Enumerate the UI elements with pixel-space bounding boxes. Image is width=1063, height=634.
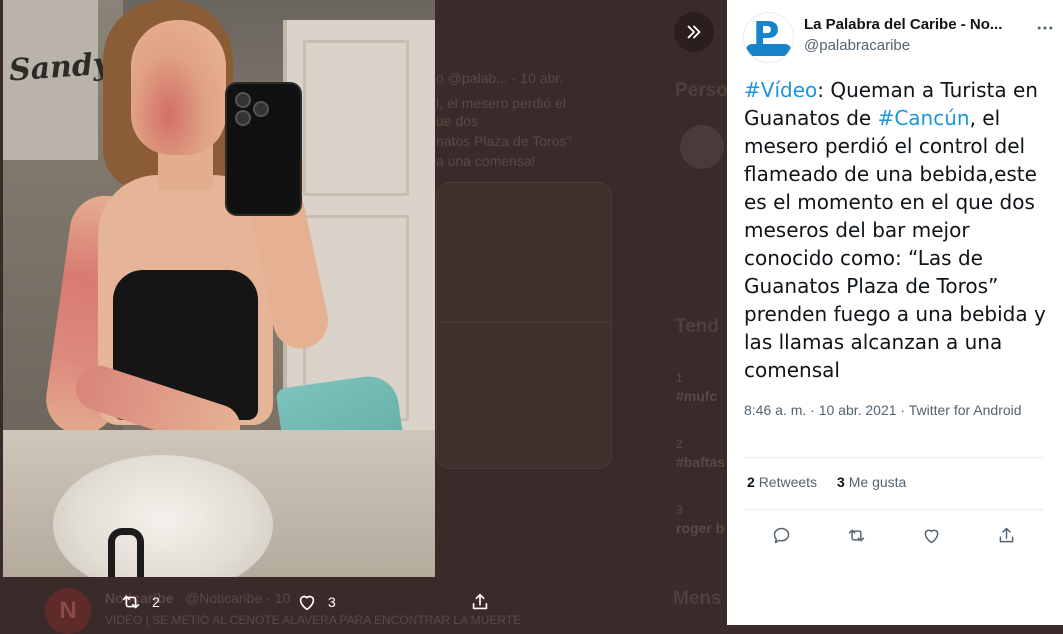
share-icon bbox=[472, 593, 488, 610]
bg-trend: #mufc bbox=[676, 388, 718, 404]
retweet-icon bbox=[122, 595, 140, 609]
photo-like-button[interactable]: 3 bbox=[296, 591, 336, 613]
like-button[interactable] bbox=[915, 518, 949, 552]
tweet-photo[interactable]: Sandy bbox=[3, 0, 435, 577]
phone-lens bbox=[235, 110, 251, 126]
more-options-button[interactable] bbox=[1033, 16, 1057, 40]
share-icon bbox=[999, 527, 1014, 542]
retweets-label: Retweets bbox=[758, 474, 818, 490]
author-handle[interactable]: @palabracaribe bbox=[804, 37, 910, 54]
hashtag-link[interactable]: #Cancún bbox=[878, 106, 970, 130]
retweets-stat[interactable]: 2 Retweets bbox=[747, 474, 817, 490]
expand-panel-button[interactable] bbox=[674, 12, 714, 52]
retweet-button[interactable] bbox=[840, 518, 874, 552]
photo-wall-sign-text: Sandy bbox=[7, 46, 112, 89]
photo-retweet-count: 2 bbox=[152, 594, 160, 610]
photo-door-panel bbox=[303, 40, 409, 196]
bg-trend: #baftas bbox=[676, 454, 726, 470]
heart-icon bbox=[299, 595, 315, 611]
photo-wall-sign: Sandy bbox=[3, 0, 111, 160]
bg-tweet-text: l, el mesero perdió el bbox=[436, 95, 566, 111]
photo-face bbox=[131, 20, 226, 155]
photo-share-button[interactable] bbox=[469, 591, 491, 613]
divider bbox=[744, 457, 1044, 458]
photo-like-count: 3 bbox=[328, 594, 336, 610]
bg-trends-title: Tend bbox=[675, 316, 719, 337]
tweet-text-segment: , el mesero perdió el control del flamea… bbox=[744, 106, 1046, 382]
divider bbox=[744, 509, 1044, 510]
author-name[interactable]: La Palabra del Caribe - No... bbox=[804, 16, 1014, 33]
likes-stat[interactable]: 3 Me gusta bbox=[837, 474, 906, 490]
bg-trend: roger b bbox=[676, 520, 725, 536]
bg-tweet-text: ue dos bbox=[436, 113, 479, 129]
bg-sidebar-title: Perso bbox=[675, 80, 728, 101]
avatar[interactable]: P bbox=[743, 12, 794, 63]
retweets-count: 2 bbox=[747, 474, 755, 490]
bg-avatar bbox=[680, 125, 724, 169]
bg-tweet-text: a una comensal bbox=[436, 153, 535, 169]
photo-action-bar: 2 3 bbox=[0, 577, 727, 625]
tweet-detail-panel: P La Palabra del Caribe - No... @palabra… bbox=[727, 0, 1063, 625]
photo-retweet-button[interactable]: 2 bbox=[120, 591, 160, 613]
tweet-timestamp[interactable]: 8:46 a. m. · 10 abr. 2021 · Twitter for … bbox=[744, 400, 1024, 420]
likes-label: Me gusta bbox=[848, 474, 907, 490]
bg-trend-rank: 2 bbox=[676, 437, 683, 451]
double-chevron-right-icon bbox=[687, 25, 701, 39]
reply-button[interactable] bbox=[765, 518, 799, 552]
reply-icon bbox=[773, 527, 790, 543]
likes-count: 3 bbox=[837, 474, 845, 490]
phone-lens bbox=[235, 92, 251, 108]
tweet-text: #Vídeo: Queman a Turista en Guanatos de … bbox=[744, 76, 1049, 384]
phone-lens bbox=[253, 101, 269, 117]
heart-icon bbox=[924, 529, 939, 543]
photo-phone bbox=[225, 82, 302, 216]
retweet-icon bbox=[848, 529, 865, 541]
hashtag-link[interactable]: #Vídeo bbox=[744, 78, 817, 102]
bg-tweet-text: natos Plaza de Toros" bbox=[436, 133, 572, 149]
bg-media-card bbox=[436, 182, 612, 469]
bg-trend-rank: 1 bbox=[676, 371, 683, 385]
bg-media-divider bbox=[436, 322, 610, 323]
tweet-author: P La Palabra del Caribe - No... @palabra… bbox=[743, 10, 1053, 68]
avatar-logo-band bbox=[746, 44, 791, 56]
ellipsis-icon bbox=[1037, 26, 1053, 30]
bg-tweet-header: o @palab... · 10 abr. bbox=[436, 70, 564, 86]
bg-trend-rank: 3 bbox=[676, 503, 683, 517]
tweet-stats: 2 Retweets 3 Me gusta bbox=[747, 474, 906, 490]
share-button[interactable] bbox=[990, 518, 1024, 552]
photo-faucet bbox=[108, 528, 144, 577]
tweet-action-bar bbox=[744, 518, 1044, 552]
